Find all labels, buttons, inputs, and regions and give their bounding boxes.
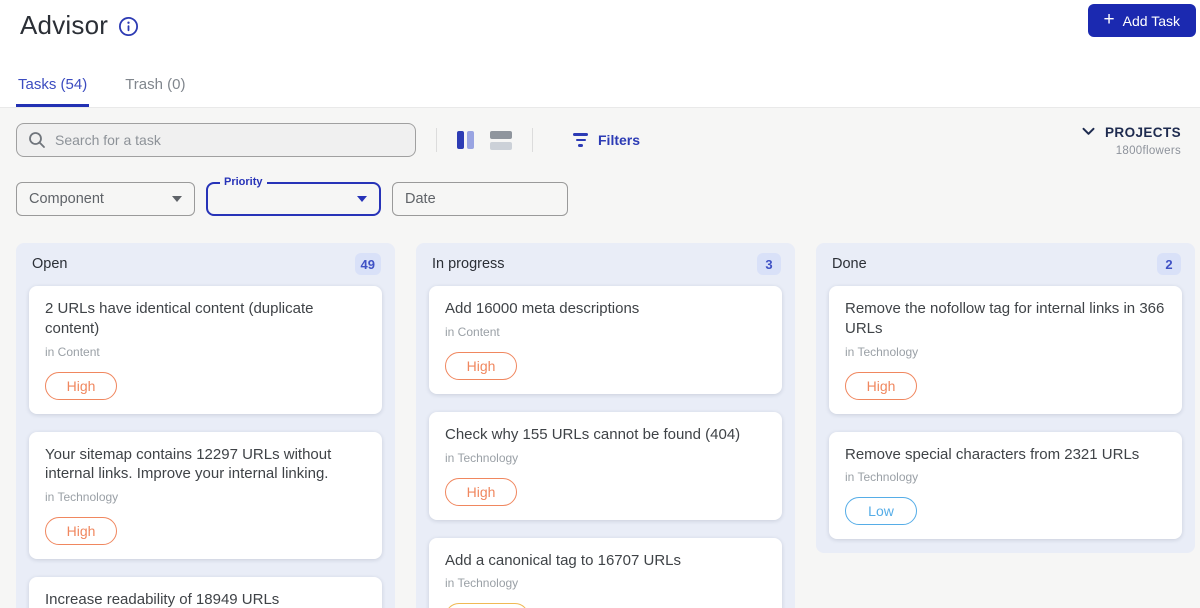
card-title: Check why 155 URLs cannot be found (404): [445, 425, 741, 443]
divider: [436, 128, 437, 152]
date-filter[interactable]: Date: [392, 182, 568, 216]
add-task-button[interactable]: + Add Task: [1087, 4, 1196, 37]
column-cards: 2 URLs have identical content (duplicate…: [16, 284, 395, 608]
priority-filter[interactable]: Priority: [206, 176, 381, 216]
task-card[interactable]: Increase readability of 18949 URLs in Co…: [29, 577, 382, 608]
card-category: in Technology: [45, 490, 119, 505]
card-title: Add 16000 meta descriptions: [445, 300, 640, 317]
column-count-badge: 49: [354, 253, 381, 275]
filter-icon: [573, 133, 588, 147]
priority-badge: High: [445, 351, 517, 380]
toolbar: Filters PROJECTS 1800flowers: [16, 122, 1184, 158]
task-card[interactable]: Add a canonical tag to 16707 URLs in Tec…: [429, 537, 782, 608]
column-header: Done 2: [816, 243, 1195, 284]
column-header: In progress 3: [416, 243, 795, 284]
priority-badge: High: [45, 517, 117, 546]
filters-button[interactable]: Filters: [573, 132, 640, 148]
divider: [532, 128, 533, 152]
board: Open 49 2 URLs have identical content (d…: [16, 243, 1195, 608]
kanban-view-icon[interactable]: [457, 131, 474, 149]
main-content: Filters PROJECTS 1800flowers Component P…: [0, 122, 1200, 608]
filter-row: Component Priority Date: [16, 176, 1184, 216]
priority-badge: High: [445, 477, 517, 506]
component-filter-label: Component: [29, 191, 104, 207]
kanban-column: Open 49 2 URLs have identical content (d…: [16, 243, 395, 608]
search-input[interactable]: [16, 123, 416, 157]
card-category: in Technology: [845, 470, 919, 485]
column-title: In progress: [432, 256, 505, 272]
card-category: in Technology: [445, 576, 519, 591]
priority-filter-label: Priority: [220, 176, 267, 188]
date-filter-label: Date: [405, 191, 436, 207]
card-category: in Technology: [445, 450, 519, 465]
projects-selector: PROJECTS 1800flowers: [1082, 123, 1184, 157]
task-card[interactable]: 2 URLs have identical content (duplicate…: [29, 286, 382, 414]
kanban-column: Done 2 Remove the nofollow tag for inter…: [816, 243, 1195, 554]
tab-bar: Tasks (54) Trash (0): [0, 68, 1200, 107]
caret-down-icon: [172, 196, 182, 202]
column-title: Open: [32, 256, 68, 272]
caret-down-icon: [357, 196, 367, 202]
add-task-label: Add Task: [1122, 12, 1180, 29]
card-category: in Content: [45, 344, 100, 359]
column-title: Done: [832, 256, 867, 272]
projects-label: PROJECTS: [1105, 124, 1181, 140]
tab-tasks[interactable]: Tasks (54): [16, 68, 90, 107]
card-title: Remove the nofollow tag for internal lin…: [845, 300, 1165, 337]
card-title: Increase readability of 18949 URLs: [45, 591, 280, 608]
priority-badge: High: [845, 371, 917, 400]
column-count-badge: 2: [1157, 253, 1181, 275]
kanban-column: In progress 3 Add 16000 meta description…: [416, 243, 795, 608]
list-view-icon[interactable]: [490, 130, 512, 150]
filters-label: Filters: [598, 132, 641, 148]
search-box: [16, 123, 416, 157]
priority-badge: Medium: [445, 603, 529, 608]
priority-badge: High: [45, 371, 117, 400]
info-icon[interactable]: [118, 16, 139, 37]
chevron-down-icon: [1082, 123, 1095, 141]
project-name: 1800flowers: [1115, 145, 1181, 157]
column-cards: Remove the nofollow tag for internal lin…: [816, 284, 1195, 540]
task-card[interactable]: Remove special characters from 2321 URLs…: [829, 431, 1182, 540]
column-cards: Add 16000 meta descriptions in Content H…: [416, 284, 795, 608]
projects-dropdown[interactable]: PROJECTS: [1082, 123, 1181, 141]
page-title: Advisor: [20, 10, 109, 40]
priority-badge: Low: [845, 497, 917, 526]
component-filter[interactable]: Component: [16, 182, 195, 216]
view-toggles: [457, 130, 512, 150]
card-category: in Content: [445, 324, 500, 339]
top-bar: Advisor + Add Task Tasks (54) Trash (0): [0, 0, 1200, 108]
plus-icon: +: [1103, 9, 1115, 30]
task-card[interactable]: Add 16000 meta descriptions in Content H…: [429, 286, 782, 394]
card-title: Your sitemap contains 12297 URLs without…: [45, 445, 332, 483]
card-title: 2 URLs have identical content (duplicate…: [45, 300, 314, 337]
card-title: Add a canonical tag to 16707 URLs: [445, 551, 681, 569]
card-title: Remove special characters from 2321 URLs: [845, 445, 1140, 463]
search-icon: [28, 131, 46, 154]
task-card[interactable]: Your sitemap contains 12297 URLs without…: [29, 431, 382, 560]
column-count-badge: 3: [757, 253, 781, 275]
task-card[interactable]: Check why 155 URLs cannot be found (404)…: [429, 411, 782, 520]
column-header: Open 49: [16, 243, 395, 284]
task-card[interactable]: Remove the nofollow tag for internal lin…: [829, 286, 1182, 414]
card-category: in Technology: [845, 344, 919, 359]
tab-trash[interactable]: Trash (0): [123, 68, 187, 107]
